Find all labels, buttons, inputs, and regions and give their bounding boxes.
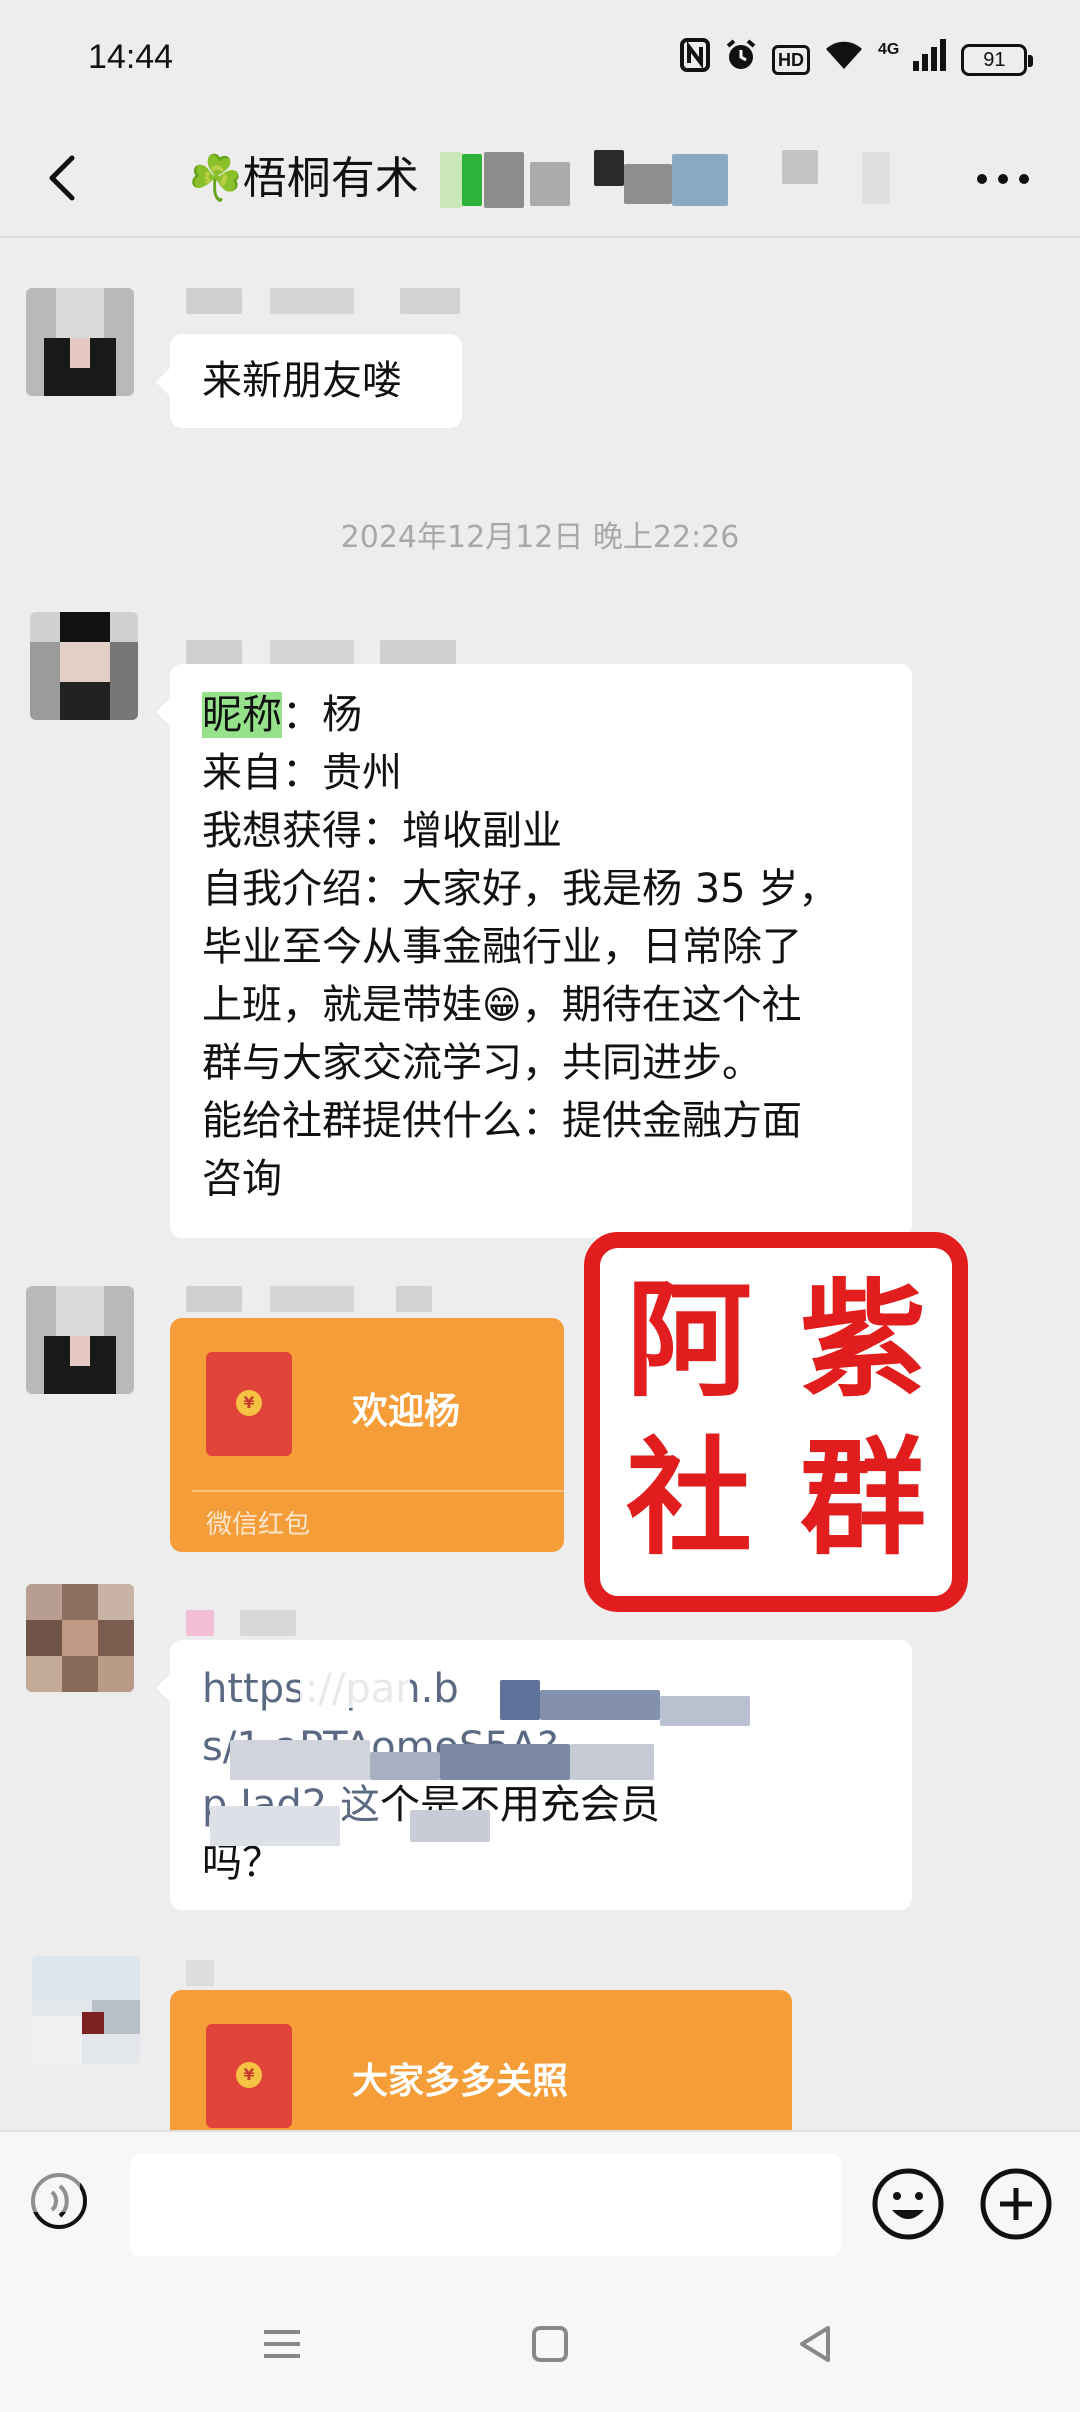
menu-button[interactable] bbox=[252, 2314, 312, 2374]
input-bar bbox=[0, 2130, 1080, 2276]
red-packet-title: 欢迎杨 bbox=[352, 1391, 461, 1432]
message-input[interactable] bbox=[130, 2154, 842, 2256]
stamp-char: 紫 bbox=[800, 1266, 926, 1414]
message-timestamp: 2024年12月12日 晚上22:26 bbox=[340, 520, 740, 555]
plus-icon bbox=[980, 2168, 1052, 2240]
system-nav-bar bbox=[0, 2276, 1080, 2412]
red-packet-divider bbox=[192, 1490, 564, 1492]
nfc-icon bbox=[680, 37, 710, 83]
status-icons: HD 4G 91 bbox=[680, 37, 1034, 83]
more-button[interactable] bbox=[968, 154, 1038, 204]
message-text: 自我介绍：大家好，我是杨 35 岁， bbox=[202, 866, 839, 912]
message-text: ：杨 bbox=[282, 692, 362, 738]
grin-emoji-icon: 😁 bbox=[482, 983, 522, 1027]
signal-icon bbox=[913, 38, 947, 82]
emoji-button[interactable] bbox=[870, 2166, 946, 2242]
home-button[interactable] bbox=[520, 2314, 580, 2374]
message-bubble[interactable]: https://pan.b s/1 aPTAomoS5A? p Jad2 这个是… bbox=[156, 1640, 912, 1910]
battery-indicator: 91 bbox=[961, 44, 1034, 76]
stamp-char: 群 bbox=[800, 1424, 926, 1572]
menu-icon bbox=[264, 2330, 300, 2358]
plus-button[interactable] bbox=[978, 2166, 1054, 2242]
message-text: 能给社群提供什么：提供金融方面 bbox=[202, 1098, 802, 1144]
message-text: ，期待在这个社 bbox=[521, 982, 802, 1028]
red-packet-icon bbox=[206, 2024, 292, 2128]
back-nav-button[interactable] bbox=[786, 2314, 846, 2374]
stamp-char: 社 bbox=[626, 1424, 752, 1572]
sender-avatar[interactable] bbox=[32, 1956, 140, 2064]
alarm-icon bbox=[724, 38, 758, 83]
red-packet-card[interactable]: 大家多多关照 bbox=[170, 1990, 792, 2130]
chat-header: ☘️梧桐有术 bbox=[0, 120, 1080, 238]
message-text: 来自：贵州 bbox=[202, 750, 402, 796]
network-label: 4G bbox=[878, 41, 900, 58]
back-button[interactable] bbox=[36, 148, 96, 208]
red-packet-footer: 微信红包 bbox=[206, 1510, 311, 1540]
watermark-stamp: 阿 紫 社 群 bbox=[584, 1232, 968, 1612]
message-text: 群与大家交流学习，共同进步。 bbox=[202, 1040, 762, 1086]
sender-avatar[interactable] bbox=[30, 612, 138, 720]
stamp-char: 阿 bbox=[626, 1266, 752, 1414]
emoji-icon bbox=[872, 2168, 944, 2240]
sender-avatar[interactable] bbox=[26, 1286, 134, 1394]
red-packet-icon bbox=[206, 1352, 292, 1456]
chat-title: ☘️梧桐有术 bbox=[188, 153, 419, 204]
sender-avatar[interactable] bbox=[26, 1584, 134, 1692]
message-bubble[interactable]: 来新朋友喽 bbox=[156, 334, 462, 428]
message-text: 上班，就是带娃 bbox=[202, 982, 482, 1028]
red-packet-card[interactable]: 欢迎杨 微信红包 bbox=[170, 1318, 564, 1552]
sender-avatar[interactable] bbox=[26, 288, 134, 396]
message-text: 毕业至今从事金融行业，日常除了 bbox=[202, 924, 802, 970]
message-text: 来新朋友喽 bbox=[202, 358, 402, 404]
message-text: 咨询 bbox=[202, 1156, 282, 1202]
hd-badge: HD bbox=[772, 45, 810, 75]
chevron-left-icon bbox=[49, 155, 75, 201]
voice-blur bbox=[30, 2162, 80, 2212]
wifi-icon bbox=[824, 39, 864, 82]
message-bubble[interactable]: 昵称：杨 来自：贵州 我想获得：增收副业 自我介绍：大家好，我是杨 35 岁， … bbox=[156, 664, 912, 1238]
message-text: 我想获得：增收副业 bbox=[202, 808, 562, 854]
status-time: 14:44 bbox=[88, 38, 174, 76]
more-icon bbox=[977, 174, 1029, 184]
red-packet-title: 大家多多关照 bbox=[352, 2061, 569, 2102]
back-triangle-icon bbox=[800, 2326, 830, 2362]
highlighted-text: 昵称 bbox=[202, 692, 282, 738]
home-icon bbox=[532, 2326, 568, 2362]
